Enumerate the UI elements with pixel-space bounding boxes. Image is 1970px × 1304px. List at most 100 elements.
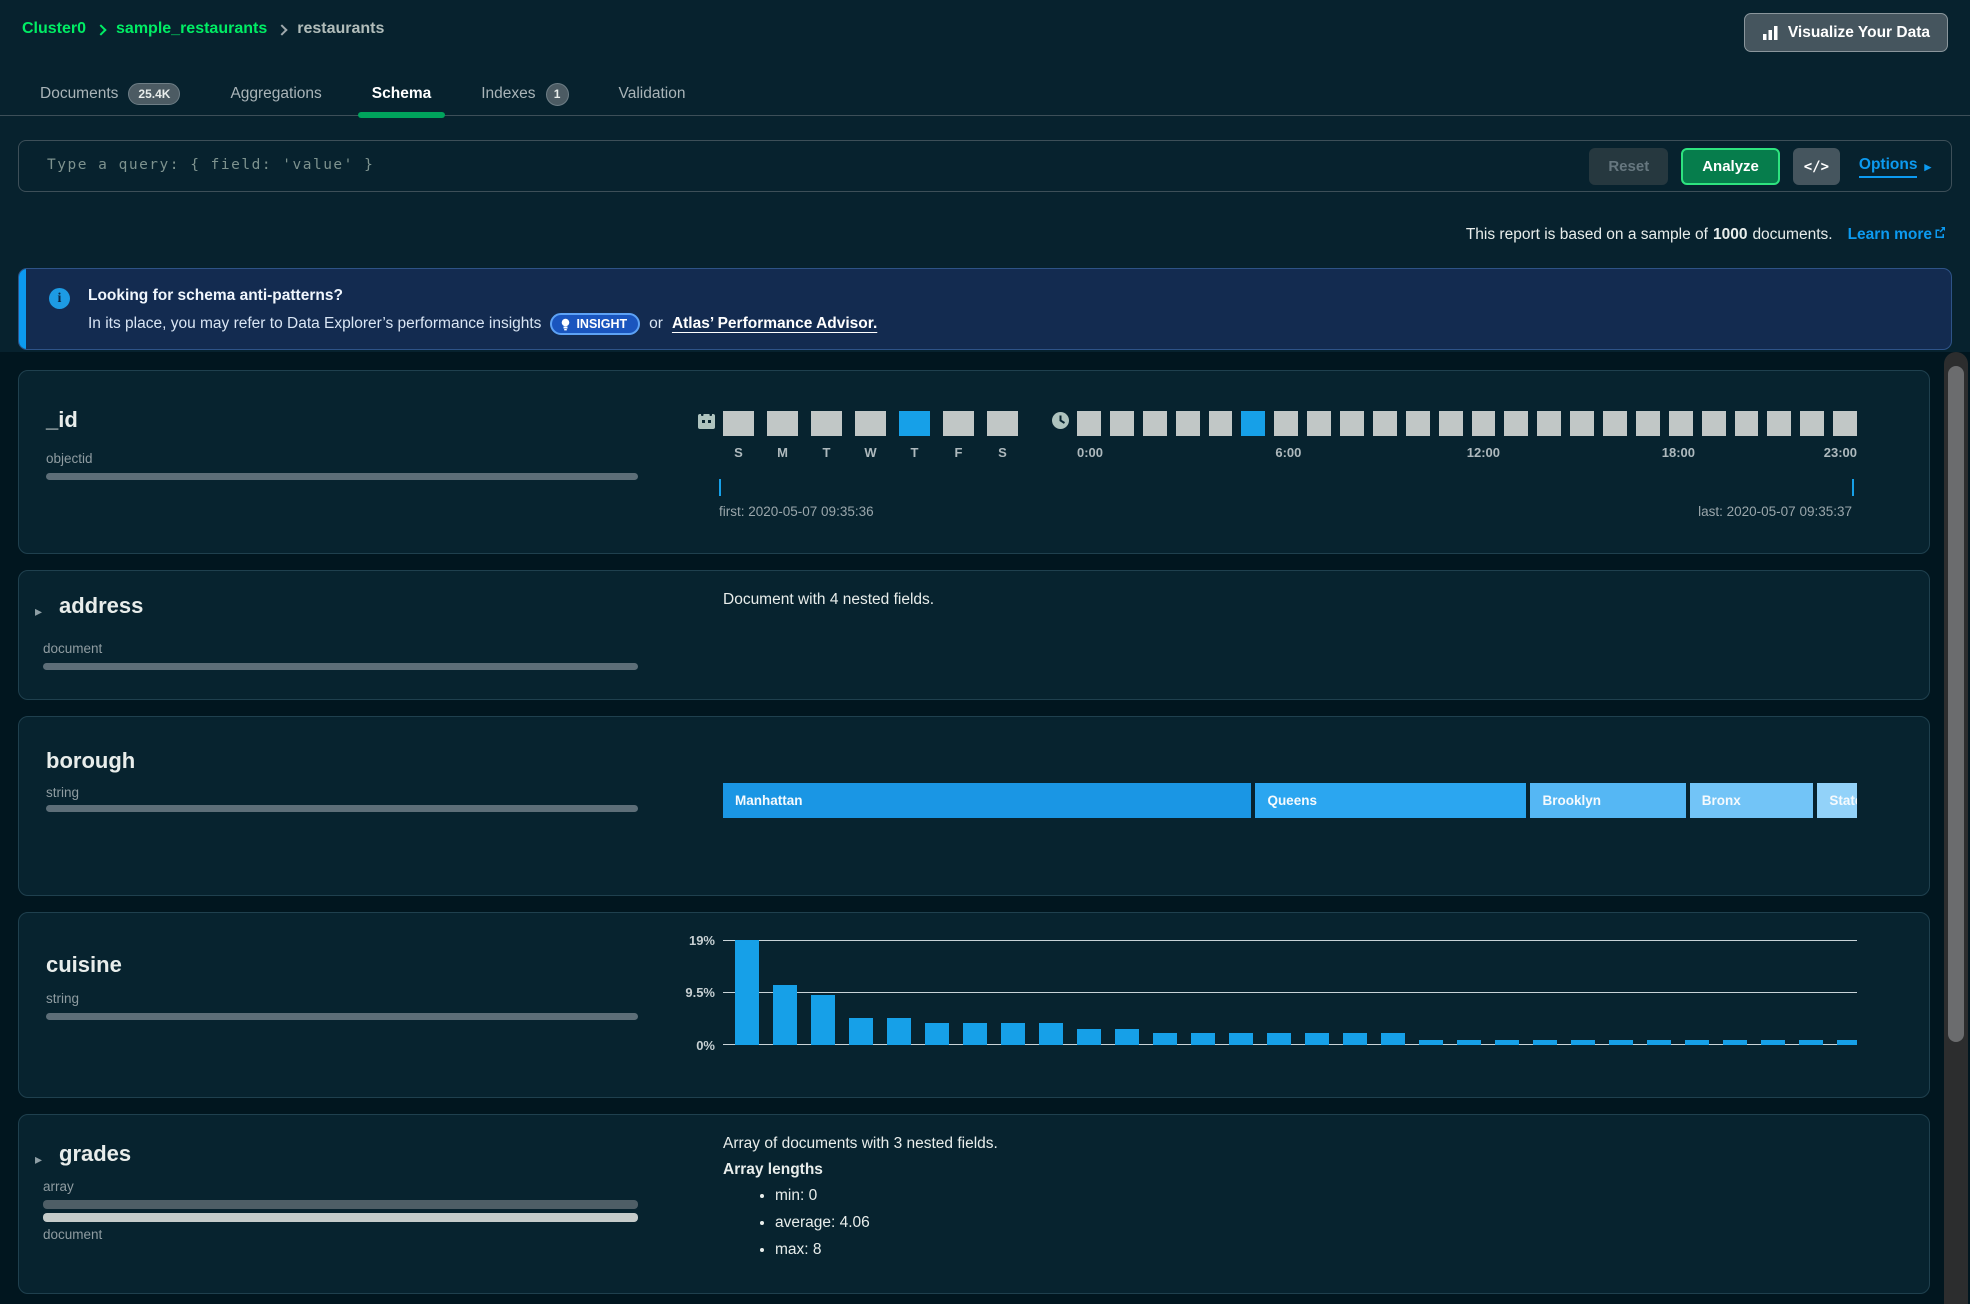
cuisine-bar: [849, 1018, 873, 1045]
indexes-count-badge: 1: [546, 83, 569, 106]
tab-validation[interactable]: Validation: [619, 72, 686, 116]
hour-square: [1669, 411, 1693, 436]
cuisine-bar: [1647, 1040, 1671, 1045]
field-name: address: [59, 593, 143, 619]
cuisine-bar: [1837, 1040, 1857, 1045]
hour-square: [1439, 411, 1463, 436]
code-toggle-button[interactable]: </>: [1793, 148, 1840, 185]
array-lengths-title: Array lengths: [723, 1161, 823, 1179]
query-input[interactable]: Type a query: { field: 'value' }: [47, 157, 374, 173]
reset-button[interactable]: Reset: [1589, 148, 1668, 185]
cuisine-bar: [1761, 1040, 1785, 1045]
weekday-square: [767, 411, 798, 436]
hour-tick: 23:00: [1824, 445, 1857, 460]
hour-chart-ticks: 0:00 6:00 12:00 18:00 23:00: [1077, 445, 1857, 461]
hour-square: [1110, 411, 1134, 436]
hour-square: [1636, 411, 1660, 436]
cuisine-bar: [735, 940, 759, 1045]
cuisine-bar: [1305, 1033, 1329, 1045]
field-name: grades: [59, 1141, 131, 1167]
breadcrumb: Cluster0 sample_restaurants restaurants: [22, 20, 384, 38]
hour-chart-squares: [1077, 411, 1857, 436]
hour-square: [1833, 411, 1857, 436]
array-type-bar: [43, 1200, 638, 1209]
anti-patterns-banner: i Looking for schema anti-patterns? In i…: [18, 268, 1952, 350]
visualize-data-button[interactable]: Visualize Your Data: [1744, 13, 1948, 52]
chevron-right-icon: [277, 24, 288, 35]
hour-square: [1274, 411, 1298, 436]
borough-segment: Staten Island: [1817, 783, 1857, 818]
report-text-suffix: documents.: [1752, 226, 1832, 244]
performance-advisor-link[interactable]: Atlas’ Performance Advisor.: [672, 315, 877, 333]
hour-square: [1077, 411, 1101, 436]
cuisine-bar: [925, 1023, 949, 1045]
field-card-address: ▸ address document Document with 4 neste…: [18, 570, 1930, 700]
analyze-button[interactable]: Analyze: [1681, 148, 1780, 185]
hour-square: [1767, 411, 1791, 436]
weekday-label: W: [864, 445, 876, 460]
insight-badge[interactable]: INSIGHT: [550, 313, 640, 335]
banner-body: In its place, you may refer to Data Expl…: [88, 313, 877, 335]
cuisine-bars: [723, 940, 1857, 1045]
weekday-label: M: [777, 445, 788, 460]
tab-indexes[interactable]: Indexes 1: [481, 72, 568, 116]
options-link[interactable]: Options ▸: [1859, 156, 1931, 178]
hour-square: [1800, 411, 1824, 436]
field-type-bar: [43, 663, 638, 670]
hour-square: [1472, 411, 1496, 436]
weekday-column: T: [899, 411, 930, 460]
borough-segment: Queens: [1255, 783, 1526, 818]
field-type-label: array: [43, 1179, 74, 1194]
learn-more-link[interactable]: Learn more: [1848, 226, 1946, 244]
cuisine-bar: [1419, 1040, 1443, 1045]
weekday-label: S: [998, 445, 1007, 460]
cuisine-bar: [1039, 1023, 1063, 1045]
weekday-column: S: [987, 411, 1018, 460]
calendar-icon: [697, 411, 716, 430]
y-axis-tick: 0%: [639, 1038, 715, 1053]
banner-title: Looking for schema anti-patterns?: [88, 287, 343, 305]
breadcrumb-cluster[interactable]: Cluster0: [22, 20, 86, 38]
query-bar: Type a query: { field: 'value' } Reset A…: [18, 140, 1952, 192]
tab-aggregations[interactable]: Aggregations: [230, 72, 321, 116]
nested-fields-summary: Array of documents with 3 nested fields.: [723, 1135, 998, 1153]
array-length-item: max: 8: [775, 1241, 870, 1259]
hour-square: [1735, 411, 1759, 436]
field-type-bar: [46, 1013, 638, 1020]
array-lengths-list: min: 0average: 4.06max: 8: [775, 1187, 870, 1268]
cuisine-bar: [1723, 1040, 1747, 1045]
field-name: borough: [46, 748, 135, 774]
weekday-square: [723, 411, 754, 436]
weekday-square: [987, 411, 1018, 436]
weekday-label: T: [823, 445, 831, 460]
y-axis-tick: 19%: [639, 933, 715, 948]
clock-icon: [1051, 411, 1070, 430]
weekday-square: [943, 411, 974, 436]
cuisine-bar: [1153, 1033, 1177, 1045]
hour-tick: 12:00: [1467, 445, 1500, 460]
tab-documents[interactable]: Documents 25.4K: [40, 72, 180, 116]
field-name: cuisine: [46, 952, 122, 978]
cuisine-bar: [963, 1023, 987, 1045]
expand-field-button[interactable]: ▸: [35, 1151, 42, 1168]
bar-chart-icon: [1762, 25, 1779, 41]
schema-page: Cluster0 sample_restaurants restaurants …: [0, 0, 1970, 1304]
hour-tick: 18:00: [1662, 445, 1695, 460]
tab-schema[interactable]: Schema: [372, 72, 431, 116]
array-length-item: min: 0: [775, 1187, 870, 1205]
cuisine-bar: [1191, 1033, 1215, 1045]
scrollbar-thumb[interactable]: [1948, 366, 1964, 1042]
weekday-square: [855, 411, 886, 436]
insight-badge-label: INSIGHT: [576, 317, 627, 331]
breadcrumb-database[interactable]: sample_restaurants: [116, 20, 267, 38]
scrollbar[interactable]: [1944, 352, 1968, 1304]
field-name: _id: [46, 407, 78, 433]
hour-square: [1537, 411, 1561, 436]
hour-tick: 6:00: [1275, 445, 1301, 460]
banner-body-text: In its place, you may refer to Data Expl…: [88, 315, 541, 333]
hour-square: [1373, 411, 1397, 436]
weekday-column: M: [767, 411, 798, 460]
cuisine-bar: [1229, 1033, 1253, 1045]
expand-field-button[interactable]: ▸: [35, 603, 42, 620]
weekday-label: T: [911, 445, 919, 460]
